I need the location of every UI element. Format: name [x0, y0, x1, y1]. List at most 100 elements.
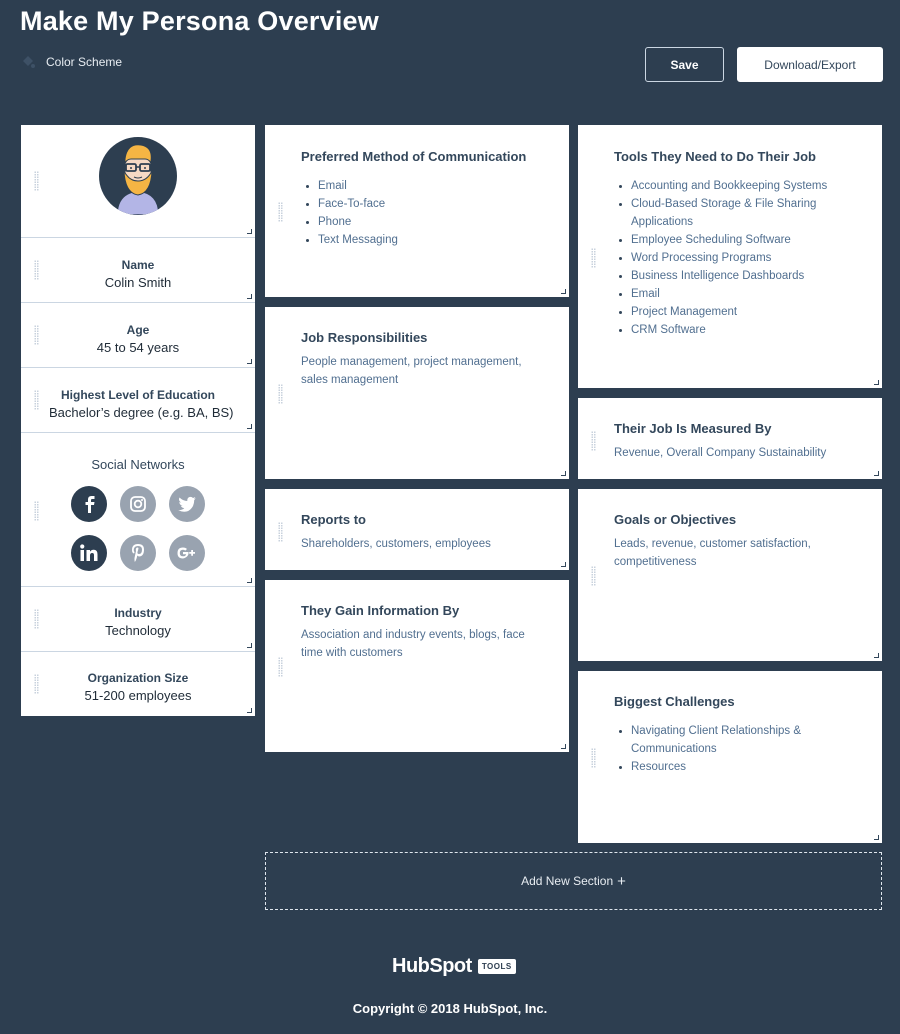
resize-handle[interactable] [247, 424, 252, 429]
download-export-button[interactable]: Download/Export [737, 47, 883, 82]
list-item: Email [301, 177, 549, 195]
age-value[interactable]: 45 to 54 years [21, 340, 255, 355]
card-title: Biggest Challenges [614, 694, 735, 709]
drag-handle[interactable] [278, 202, 283, 222]
drag-handle[interactable] [34, 609, 39, 629]
tools-list: Accounting and Bookkeeping Systems Cloud… [614, 177, 842, 339]
drag-handle[interactable] [591, 248, 596, 268]
avatar-section [21, 125, 255, 238]
drag-handle[interactable] [34, 325, 39, 345]
card-title: Tools They Need to Do Their Job [614, 149, 816, 164]
resize-handle[interactable] [247, 708, 252, 713]
list-item: CRM Software [614, 321, 842, 339]
twitter-icon[interactable] [169, 486, 205, 522]
card-title: Goals or Objectives [614, 512, 737, 527]
drag-handle[interactable] [591, 431, 596, 451]
card-body[interactable]: Revenue, Overall Company Sustainability [614, 444, 862, 462]
drag-handle[interactable] [34, 674, 39, 694]
card-body[interactable]: People management, project management, s… [301, 353, 549, 389]
drag-handle[interactable] [278, 657, 283, 677]
organization-size-label: Organization Size [87, 671, 189, 685]
linkedin-icon[interactable] [71, 535, 107, 571]
challenges-list: Navigating Client Relationships & Commun… [614, 722, 822, 776]
copyright-text: Copyright © 2018 HubSpot, Inc. [352, 1001, 548, 1016]
avatar[interactable] [99, 137, 177, 215]
drag-handle[interactable] [278, 384, 283, 404]
resize-handle[interactable] [874, 380, 879, 385]
card-body[interactable]: Email Face-To-face Phone Text Messaging [301, 177, 549, 249]
plus-icon: + [617, 872, 626, 890]
job-responsibilities-card[interactable]: Job Responsibilities People management, … [265, 307, 569, 479]
industry-value[interactable]: Technology [21, 623, 255, 638]
drag-handle[interactable] [34, 260, 39, 280]
resize-handle[interactable] [247, 294, 252, 299]
resize-handle[interactable] [247, 359, 252, 364]
resize-handle[interactable] [561, 289, 566, 294]
drag-handle[interactable] [34, 390, 39, 410]
tools-card[interactable]: Tools They Need to Do Their Job Accounti… [578, 125, 882, 388]
resize-handle[interactable] [247, 229, 252, 234]
list-item: Employee Scheduling Software [614, 231, 842, 249]
education-label: Highest Level of Education [60, 388, 216, 402]
instagram-icon[interactable] [120, 486, 156, 522]
card-body[interactable]: Accounting and Bookkeeping Systems Cloud… [614, 177, 842, 339]
resize-handle[interactable] [247, 643, 252, 648]
resize-handle[interactable] [561, 562, 566, 567]
resize-handle[interactable] [561, 471, 566, 476]
card-title: Job Responsibilities [301, 330, 428, 345]
paint-bucket-icon [23, 56, 35, 68]
communication-card[interactable]: Preferred Method of Communication Email … [265, 125, 569, 297]
organization-size-section: Organization Size 51-200 employees [21, 652, 255, 716]
card-body[interactable]: Shareholders, customers, employees [301, 535, 549, 553]
drag-handle[interactable] [278, 522, 283, 542]
card-title: Reports to [301, 512, 366, 527]
list-item: Accounting and Bookkeeping Systems [614, 177, 842, 195]
education-section: Highest Level of Education Bachelor’s de… [21, 368, 255, 433]
drag-handle[interactable] [591, 566, 596, 586]
gain-information-card[interactable]: They Gain Information By Association and… [265, 580, 569, 752]
communication-list: Email Face-To-face Phone Text Messaging [301, 177, 549, 249]
list-item: Word Processing Programs [614, 249, 842, 267]
social-networks-label: Social Networks [91, 457, 185, 472]
social-networks-section: Social Networks [21, 433, 255, 587]
list-item: Navigating Client Relationships & Commun… [614, 722, 822, 758]
add-new-section-button[interactable]: Add New Section + [265, 852, 882, 910]
industry-section: Industry Technology [21, 587, 255, 652]
card-body[interactable]: Leads, revenue, customer satisfaction, c… [614, 535, 862, 571]
drag-handle[interactable] [34, 501, 39, 521]
pinterest-icon[interactable] [120, 535, 156, 571]
goals-card[interactable]: Goals or Objectives Leads, revenue, cust… [578, 489, 882, 661]
tools-badge: TOOLS [477, 959, 516, 974]
name-label: Name [121, 258, 155, 272]
education-value[interactable]: Bachelor’s degree (e.g. BA, BS) [21, 405, 255, 420]
resize-handle[interactable] [874, 471, 879, 476]
resize-handle[interactable] [874, 653, 879, 658]
resize-handle[interactable] [247, 578, 252, 583]
list-item: Email [614, 285, 842, 303]
profile-card: Name Colin Smith Age 45 to 54 years High… [21, 125, 255, 716]
age-label: Age [126, 323, 150, 337]
card-title: They Gain Information By [301, 603, 460, 618]
facebook-icon[interactable] [71, 486, 107, 522]
biggest-challenges-card[interactable]: Biggest Challenges Navigating Client Rel… [578, 671, 882, 843]
list-item: Business Intelligence Dashboards [614, 267, 842, 285]
add-section-label: Add New Section [521, 874, 614, 888]
google-plus-icon[interactable] [169, 535, 205, 571]
name-section: Name Colin Smith [21, 238, 255, 303]
drag-handle[interactable] [34, 171, 39, 191]
name-value[interactable]: Colin Smith [21, 275, 255, 290]
card-body[interactable]: Association and industry events, blogs, … [301, 626, 549, 662]
color-scheme-button[interactable]: Color Scheme [20, 54, 122, 70]
organization-size-value[interactable]: 51-200 employees [21, 688, 255, 703]
reports-to-card[interactable]: Reports to Shareholders, customers, empl… [265, 489, 569, 570]
job-measured-by-card[interactable]: Their Job Is Measured By Revenue, Overal… [578, 398, 882, 479]
resize-handle[interactable] [874, 835, 879, 840]
hubspot-logo[interactable]: HubSpot TOOLS [392, 955, 516, 978]
drag-handle[interactable] [591, 748, 596, 768]
save-button[interactable]: Save [645, 47, 724, 82]
hubspot-wordmark: HubSpot [392, 955, 472, 977]
card-body[interactable]: Navigating Client Relationships & Commun… [614, 722, 822, 776]
color-scheme-label: Color Scheme [46, 55, 123, 69]
age-section: Age 45 to 54 years [21, 303, 255, 368]
resize-handle[interactable] [561, 744, 566, 749]
